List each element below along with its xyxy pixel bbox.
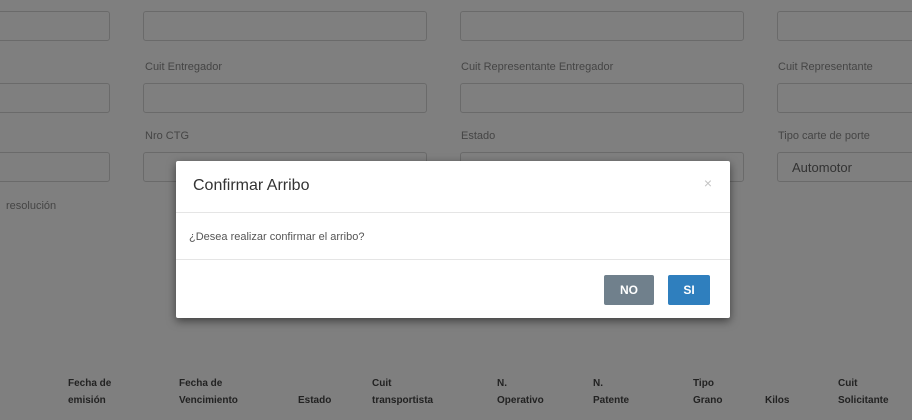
confirm-arribo-modal: Confirmar Arribo × ¿Desea realizar confi… [176,161,730,318]
no-button[interactable]: NO [604,275,654,305]
modal-message: ¿Desea realizar confirmar el arribo? [189,231,365,243]
modal-footer: NO SI [176,259,730,318]
close-icon[interactable]: × [704,175,712,191]
si-button[interactable]: SI [668,275,710,305]
modal-title: Confirmar Arribo [193,177,310,194]
modal-header: Confirmar Arribo × [176,161,730,213]
modal-body: ¿Desea realizar confirmar el arribo? [176,213,730,259]
